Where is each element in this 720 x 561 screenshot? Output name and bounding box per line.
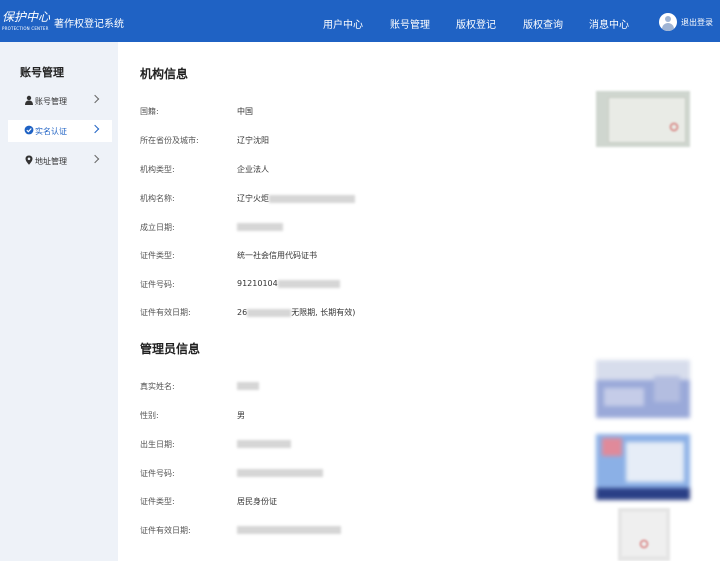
nav-copyright-query[interactable]: 版权查询 <box>523 16 563 31</box>
nav-message-center[interactable]: 消息中心 <box>589 16 629 31</box>
field-value-cert-validity: 26 无限期, 长期有效) <box>237 308 356 317</box>
logo[interactable]: 保护中心 PROTECTION CENTER <box>0 6 50 36</box>
field-value-cert-type: 统一社会信用代码证书 <box>237 251 317 260</box>
field-value-cert-number: 91210104 <box>237 279 340 288</box>
field-value-established-date <box>237 222 283 231</box>
nav-copyright-registration[interactable]: 版权登记 <box>456 16 496 31</box>
person-icon <box>25 95 33 105</box>
logout-button[interactable]: 退出登录 <box>681 17 713 28</box>
field-label: 机构名称: <box>140 194 175 203</box>
business-license-image[interactable] <box>596 91 690 147</box>
field-label: 真实姓名: <box>140 382 175 391</box>
field-label: 所在省份及城市: <box>140 136 199 145</box>
logo-subtext: PROTECTION CENTER <box>2 26 49 31</box>
field-label: 证件号码: <box>140 280 175 289</box>
org-section-title: 机构信息 <box>140 67 189 81</box>
sidebar-title: 账号管理 <box>20 66 64 79</box>
field-label: 性别: <box>140 411 159 420</box>
sidebar-item-address[interactable]: 地址管理 <box>8 150 112 172</box>
field-value-nationality: 中国 <box>237 107 253 116</box>
field-label: 证件类型: <box>140 497 175 506</box>
nav-user-center[interactable]: 用户中心 <box>323 16 363 31</box>
location-pin-icon <box>25 155 33 165</box>
field-value-province-city: 辽宁沈阳 <box>237 136 269 145</box>
top-bar: 保护中心 PROTECTION CENTER 著作权登记系统 用户中心 账号管理… <box>0 0 720 42</box>
main-content: 机构信息 国籍: 中国 所在省份及城市: 辽宁沈阳 机构类型: 企业法人 机构名… <box>118 42 720 561</box>
avatar[interactable] <box>659 13 677 31</box>
sidebar-item-label: 账号管理 <box>35 97 67 106</box>
logo-text: 保护中心 <box>2 10 51 24</box>
verified-icon <box>24 125 34 135</box>
field-label: 证件类型: <box>140 251 175 260</box>
field-value-org-name: 辽宁火炬 <box>237 193 355 204</box>
field-value-real-name <box>237 381 259 390</box>
id-card-front-image[interactable] <box>596 360 690 418</box>
authorization-letter-image[interactable] <box>618 508 670 561</box>
field-value-id-number <box>237 468 323 477</box>
field-value-gender: 男 <box>237 411 245 420</box>
chevron-right-icon <box>90 94 100 104</box>
sidebar-item-account[interactable]: 账号管理 <box>8 90 112 112</box>
system-title: 著作权登记系统 <box>54 19 124 30</box>
field-label: 证件号码: <box>140 469 175 478</box>
field-label: 出生日期: <box>140 440 175 449</box>
field-label: 证件有效日期: <box>140 526 191 535</box>
field-value-id-type: 居民身份证 <box>237 497 277 506</box>
field-value-birth-date <box>237 439 291 448</box>
sidebar-item-label: 实名认证 <box>35 127 67 136</box>
field-label: 国籍: <box>140 107 159 116</box>
chevron-right-icon <box>90 154 100 164</box>
field-label: 机构类型: <box>140 165 175 174</box>
field-label: 证件有效日期: <box>140 308 191 317</box>
sidebar: 账号管理 账号管理 实名认证 地址管理 <box>0 42 118 561</box>
admin-section-title: 管理员信息 <box>140 342 201 356</box>
id-card-back-image[interactable] <box>596 434 690 500</box>
sidebar-item-verification[interactable]: 实名认证 <box>8 120 112 142</box>
field-value-org-type: 企业法人 <box>237 165 269 174</box>
nav-account-management[interactable]: 账号管理 <box>390 16 430 31</box>
field-label: 成立日期: <box>140 223 175 232</box>
chevron-right-icon <box>90 124 100 134</box>
sidebar-item-label: 地址管理 <box>35 157 67 166</box>
field-value-id-validity <box>237 525 341 534</box>
